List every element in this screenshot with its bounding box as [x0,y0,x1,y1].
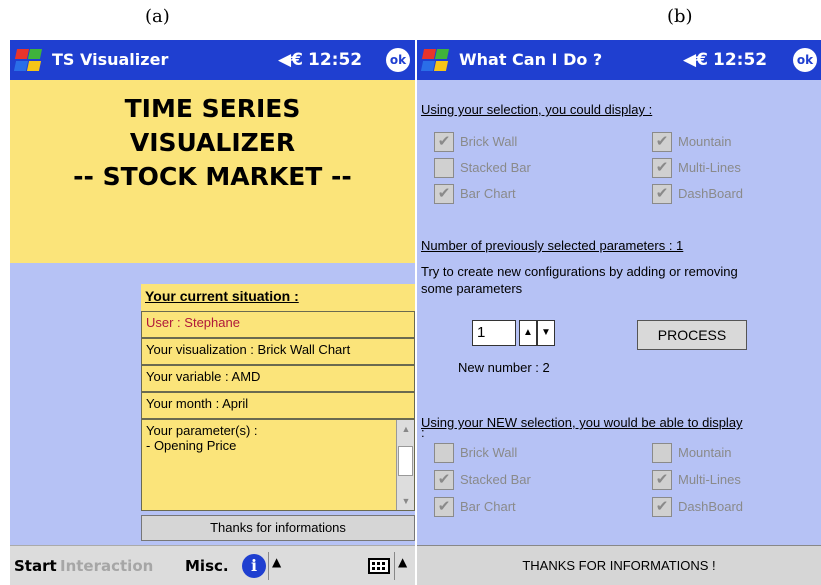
thanks-button[interactable]: Thanks for informations [141,515,415,541]
checkbox[interactable]: ✔ [434,470,454,490]
banner-line-2: VISUALIZER [129,128,296,157]
checkbox[interactable]: ✔ [434,132,454,152]
scroll-up-icon[interactable]: ▲ [397,420,414,438]
new-option-dashboard[interactable]: ✔ DashBoard [652,497,812,517]
parameters-item: - Opening Price [146,438,237,453]
scroll-down-icon[interactable]: ▼ [397,492,414,510]
new-option-bar-chart[interactable]: ✔ Bar Chart [434,497,614,517]
thanks-button[interactable]: THANKS FOR INFORMATIONS ! [417,545,821,585]
new-option-multi-lines[interactable]: ✔ Multi-Lines [652,470,812,490]
checkbox[interactable] [434,158,454,178]
clock-time[interactable]: 12:52 [308,50,362,70]
misc-menu[interactable]: Misc. [185,557,229,575]
params-count: Number of previously selected parameters… [421,238,684,253]
situation-heading: Your current situation : [141,284,415,311]
speaker-icon[interactable]: ◀€ [278,50,303,70]
parameter-number-input[interactable]: 1 [472,320,516,346]
clock-time[interactable]: 12:52 [713,50,767,70]
scroll-thumb[interactable] [398,446,413,476]
checkbox[interactable]: ✔ [652,497,672,517]
checkbox[interactable]: ✔ [652,132,672,152]
menu-up-arrow-icon[interactable]: ▲ [272,555,281,569]
checkbox[interactable]: ✔ [652,158,672,178]
situation-month: Your month : April [141,392,415,419]
option-mountain[interactable]: ✔ Mountain [652,132,812,152]
input-up-arrow-icon[interactable]: ▲ [398,555,407,569]
app-title: What Can I Do ? [459,50,603,69]
ok-button[interactable]: ok [793,48,817,72]
info-icon[interactable]: i [242,554,266,578]
parameters-scrollbar[interactable]: ▲ ▼ [396,420,414,510]
section1-heading: Using your selection, you could display … [421,102,653,117]
speaker-icon[interactable]: ◀€ [683,50,708,70]
option-bar-chart[interactable]: ✔ Bar Chart [434,184,614,204]
title-bar: What Can I Do ? ◀€ 12:52 ok [417,40,821,80]
option-multi-lines[interactable]: ✔ Multi-Lines [652,158,812,178]
taskbar-divider [268,552,269,580]
banner-line-3: -- STOCK MARKET -- [73,162,352,191]
keyboard-icon[interactable] [368,558,390,574]
taskbar-divider [394,552,395,580]
checkbox[interactable]: ✔ [652,470,672,490]
app-title: TS Visualizer [52,50,169,69]
checkbox[interactable] [434,443,454,463]
situation-variable: Your variable : AMD [141,365,415,392]
new-option-stacked-bar[interactable]: ✔ Stacked Bar [434,470,614,490]
section2-heading: Using your NEW selection, you would be a… [421,415,743,430]
new-number-label: New number : 2 [458,360,550,375]
windows-flag-icon[interactable] [420,47,451,73]
process-button[interactable]: PROCESS [637,320,747,350]
taskbar: Start Interaction Misc. i ▲ ▲ [10,545,415,585]
start-menu[interactable]: Start [14,557,57,575]
section2-colon: : [421,425,425,440]
ok-button[interactable]: ok [386,48,410,72]
checkbox[interactable]: ✔ [652,184,672,204]
screen-ts-visualizer: TS Visualizer ◀€ 12:52 ok TIME SERIES VI… [10,40,415,585]
option-brick-wall[interactable]: ✔ Brick Wall [434,132,614,152]
checkbox[interactable]: ✔ [434,184,454,204]
new-option-brick-wall[interactable]: Brick Wall [434,443,614,463]
new-option-mountain[interactable]: Mountain [652,443,812,463]
checkbox[interactable]: ✔ [434,497,454,517]
instructions-line-1: Try to create new configurations by addi… [421,264,738,279]
situation-user: User : Stephane [141,311,415,338]
banner-line-1: TIME SERIES [124,94,301,123]
instructions-line-2: some parameters [421,281,523,296]
parameters-listbox[interactable]: Your parameter(s) : - Opening Price ▲ ▼ [141,419,415,511]
screen-what-can-i-do: What Can I Do ? ◀€ 12:52 ok Using your s… [417,40,821,585]
windows-flag-icon[interactable] [13,47,44,73]
checkbox[interactable] [652,443,672,463]
situation-panel: Your current situation : User : Stephane… [141,284,415,554]
parameters-title: Your parameter(s) : [146,423,258,438]
option-dashboard[interactable]: ✔ DashBoard [652,184,812,204]
app-banner: TIME SERIES VISUALIZER -- STOCK MARKET -… [10,80,415,263]
caption-b: (b) [667,6,693,27]
situation-visualization: Your visualization : Brick Wall Chart [141,338,415,365]
title-bar: TS Visualizer ◀€ 12:52 ok [10,40,415,80]
spin-up-icon[interactable]: ▲ [519,320,537,346]
spin-down-icon[interactable]: ▼ [537,320,555,346]
option-stacked-bar[interactable]: Stacked Bar [434,158,614,178]
caption-a: (a) [145,6,170,27]
interaction-menu[interactable]: Interaction [60,557,153,575]
